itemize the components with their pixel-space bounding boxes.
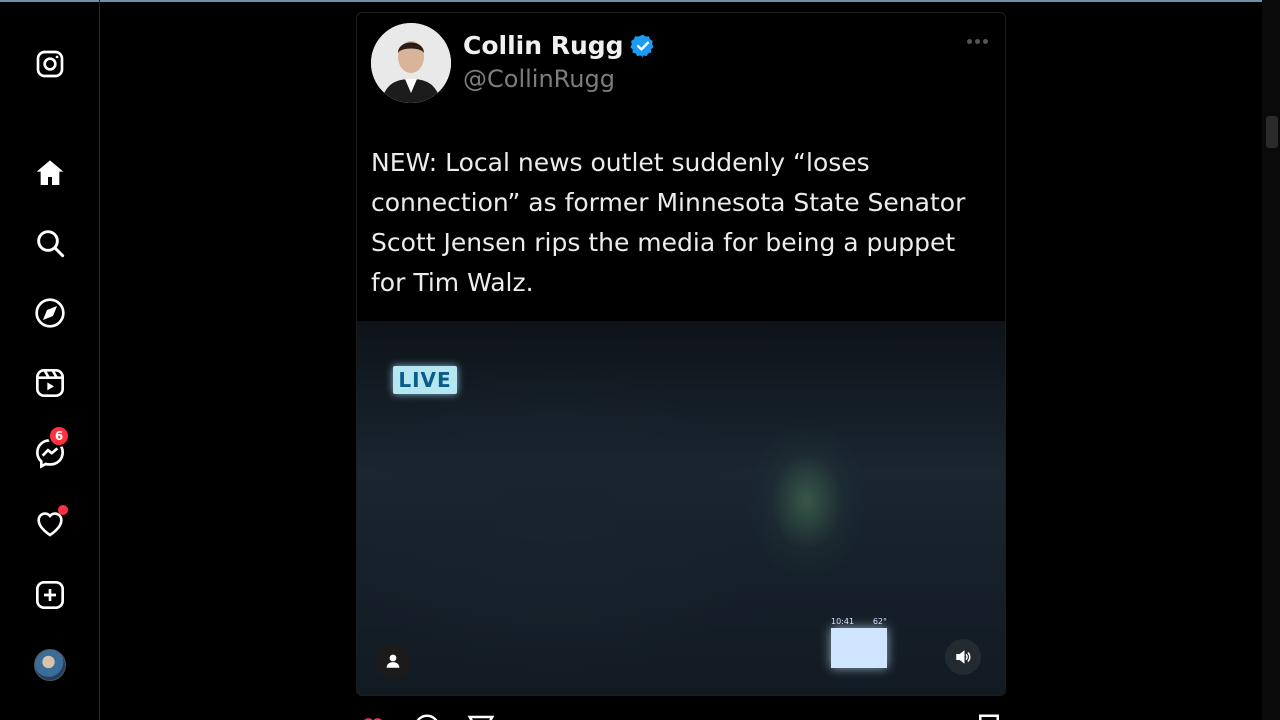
author-name[interactable]: Collin Rugg — [463, 31, 656, 60]
search-icon[interactable] — [30, 223, 70, 263]
top-accent-line — [0, 0, 1280, 2]
messages-badge: 6 — [48, 425, 70, 447]
notifications-heart-icon[interactable] — [30, 503, 70, 543]
scrollbar-thumb[interactable] — [1266, 116, 1278, 148]
post-actions-row — [356, 708, 1006, 720]
messages-icon[interactable]: 6 — [30, 425, 70, 473]
person-icon — [386, 654, 400, 668]
live-badge: LIVE — [393, 366, 457, 394]
tweet-text: NEW: Local news outlet suddenly “loses c… — [371, 148, 966, 297]
share-icon[interactable] — [466, 712, 496, 720]
more-options-icon[interactable] — [963, 33, 991, 49]
verified-badge-icon — [629, 34, 654, 57]
like-heart-icon[interactable] — [358, 712, 388, 720]
create-icon[interactable] — [30, 575, 70, 615]
speaker-icon — [956, 650, 971, 664]
reels-icon[interactable] — [30, 363, 70, 403]
tagged-people-button[interactable] — [375, 643, 411, 679]
author-handle[interactable]: @CollinRugg — [463, 65, 615, 93]
sound-toggle-button[interactable] — [945, 639, 981, 675]
comment-icon[interactable] — [412, 712, 442, 720]
video-player[interactable]: LIVE 10:41 62° — [357, 321, 1005, 695]
tweet-post: Collin Rugg @CollinRugg NEW: Local news … — [356, 12, 1006, 696]
ticker-time: 10:41 — [831, 617, 855, 626]
page-scrollbar[interactable] — [1262, 0, 1280, 720]
news-ticker-box: 10:41 62° — [831, 617, 887, 669]
profile-avatar-image — [34, 649, 66, 681]
home-icon[interactable] — [30, 153, 70, 193]
notification-dot — [58, 505, 68, 515]
profile-avatar[interactable] — [30, 645, 70, 685]
explore-icon[interactable] — [30, 293, 70, 333]
save-bookmark-icon[interactable] — [974, 712, 1004, 720]
sidebar: 6 — [0, 0, 100, 720]
author-name-text: Collin Rugg — [463, 31, 624, 60]
author-avatar[interactable] — [371, 23, 451, 103]
instagram-logo-icon[interactable] — [30, 44, 70, 84]
ticker-temp: 62° — [872, 617, 887, 626]
